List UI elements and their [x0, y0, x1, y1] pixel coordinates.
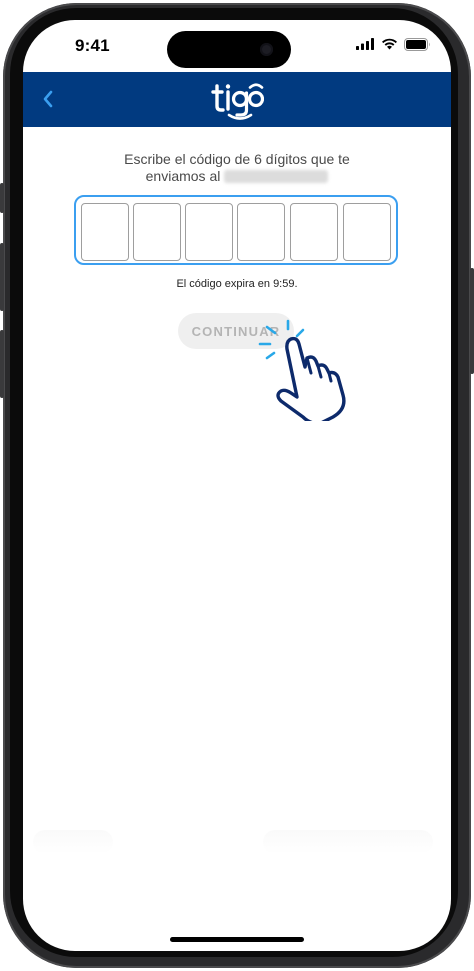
back-chevron-icon[interactable]: [37, 86, 59, 112]
code-digit-6[interactable]: [343, 203, 391, 261]
code-digit-2[interactable]: [133, 203, 181, 261]
power-button: [470, 268, 474, 374]
code-digit-5[interactable]: [290, 203, 338, 261]
volume-up-button: [0, 243, 4, 311]
code-digit-1[interactable]: [81, 203, 129, 261]
volume-down-button: [0, 330, 4, 398]
app-header: [23, 72, 451, 127]
tap-hand-icon: [258, 319, 346, 421]
expiry-text: El código expira en 9:59.: [176, 278, 298, 290]
tigo-logo: [211, 83, 264, 120]
masked-phone-number: [224, 169, 329, 183]
wifi-icon: [382, 38, 397, 50]
action-button: [0, 183, 4, 213]
status-bar: 9:41: [23, 20, 451, 72]
code-digit-4[interactable]: [237, 203, 285, 261]
prompt-line-2: enviamos al: [63, 168, 411, 185]
code-digit-3[interactable]: [185, 203, 233, 261]
dynamic-island: [167, 31, 291, 68]
bottom-shade-left: [33, 830, 113, 854]
bottom-shade-right: [263, 830, 433, 854]
prompt-line-2-text: enviamos al: [145, 168, 221, 184]
status-time: 9:41: [75, 36, 110, 55]
status-icons: [356, 37, 431, 51]
verification-prompt: Escribe el código de 6 dígitos que te en…: [63, 151, 411, 185]
front-camera-icon: [260, 43, 273, 56]
home-indicator[interactable]: [170, 937, 304, 942]
phone-screen: 9:41 Escribe el código de 6 dígitos que …: [23, 20, 451, 951]
battery-icon: [404, 37, 430, 51]
cellular-signal-icon: [356, 38, 374, 50]
code-input-group: [74, 195, 398, 265]
prompt-line-1: Escribe el código de 6 dígitos que te: [124, 151, 350, 167]
